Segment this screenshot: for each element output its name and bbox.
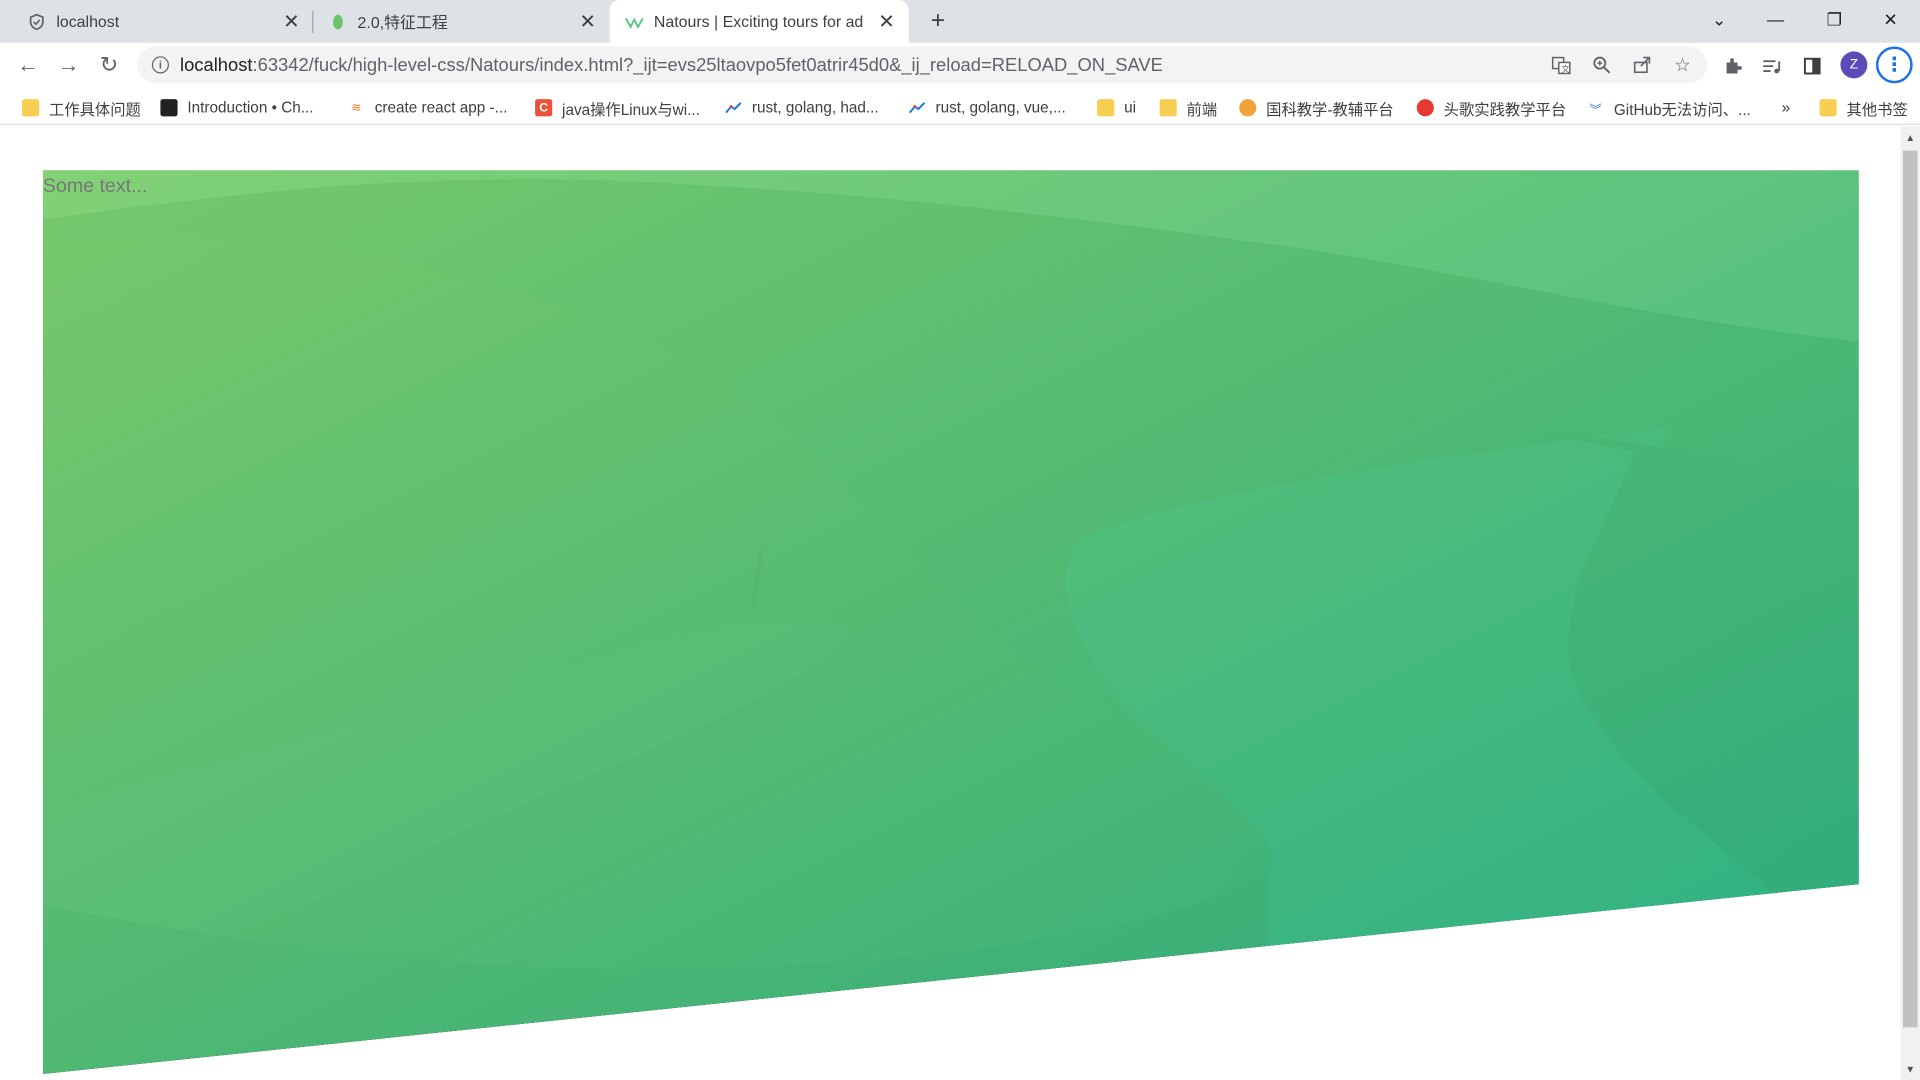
folder-icon	[22, 99, 40, 117]
scrollbar-thumb[interactable]	[1902, 150, 1918, 1028]
svg-text:文: 文	[1561, 63, 1570, 74]
folder-icon	[1819, 99, 1837, 117]
tab-search-icon[interactable]: ⌄	[1695, 0, 1744, 39]
leaf-icon	[328, 12, 348, 32]
bookmark-label: create react app -...	[374, 99, 508, 117]
bookmarks-bar: 工作具体问题 Introduction • Ch... ≋ create rea…	[0, 88, 1920, 125]
shield-icon	[27, 12, 47, 32]
url-host: localhost	[180, 54, 253, 76]
close-icon[interactable]: ✕	[282, 12, 302, 33]
trend-icon	[725, 99, 742, 116]
back-button[interactable]: ←	[13, 50, 42, 79]
restore-button[interactable]: ❐	[1810, 0, 1859, 39]
info-icon[interactable]: i	[151, 56, 169, 74]
bookmark-item[interactable]: 头歌实践教学平台	[1416, 97, 1567, 119]
hero-background-image	[42, 170, 1859, 1074]
scroll-up-icon[interactable]: ▲	[1900, 129, 1920, 146]
minimize-button[interactable]: —	[1751, 0, 1800, 39]
url-text[interactable]: localhost:63342/fuck/high-level-css/Nato…	[180, 54, 1163, 75]
bookmark-label: GitHub无法访问、...	[1613, 101, 1751, 119]
tab-strip: localhost ✕ 2.0,特征工程 ✕ Natours | Excitin…	[0, 0, 1920, 43]
scroll-down-icon[interactable]: ▼	[1900, 1060, 1920, 1077]
tab-title: 2.0,特征工程	[357, 13, 448, 32]
tab-feature-engineering[interactable]: 2.0,特征工程 ✕	[313, 0, 609, 43]
bookmark-item[interactable]: rust, golang, had...	[725, 97, 879, 119]
close-window-button[interactable]: ✕	[1866, 0, 1915, 39]
tab-title: Natours | Exciting tours for ad	[653, 12, 864, 31]
extensions-icon[interactable]	[1719, 53, 1746, 80]
bookmark-label: 国科教学-教辅平台	[1266, 101, 1394, 119]
side-panel-icon[interactable]	[1799, 53, 1826, 80]
bookmark-item[interactable]: Introduction • Ch...	[160, 97, 314, 119]
bookmark-label: 头歌实践教学平台	[1443, 101, 1567, 119]
close-icon[interactable]: ✕	[877, 12, 897, 33]
bookmark-item[interactable]: 工作具体问题	[22, 97, 141, 119]
browser-toolbar: ← → ↻ i localhost:63342/fuck/high-level-…	[0, 42, 1920, 89]
translate-icon[interactable]: 文	[1549, 53, 1573, 77]
bookmark-label: ui	[1124, 99, 1137, 117]
bookmark-item[interactable]: C java操作Linux与wi...	[535, 97, 700, 119]
puzzle-icon	[160, 99, 178, 117]
bookmark-item[interactable]: rust, golang, vue,...	[909, 97, 1066, 119]
bookmark-label: java操作Linux与wi...	[562, 101, 700, 119]
bookmark-label: 前端	[1186, 101, 1218, 119]
share-icon[interactable]	[1630, 53, 1654, 77]
toge-icon	[1416, 99, 1434, 117]
bookmark-label: rust, golang, had...	[751, 99, 879, 117]
bookmark-label: 其他书签	[1846, 101, 1908, 119]
tab-natours[interactable]: Natours | Exciting tours for ad ✕	[609, 0, 909, 43]
bookmark-item[interactable]: ︾ GitHub无法访问、...	[1587, 97, 1751, 119]
forward-button[interactable]: →	[54, 50, 83, 79]
bookmark-label: rust, golang, vue,...	[935, 99, 1066, 117]
address-bar[interactable]: i localhost:63342/fuck/high-level-css/Na…	[137, 46, 1707, 84]
stack-icon: ≋	[351, 101, 362, 115]
natours-logo-icon	[624, 12, 644, 32]
tab-title: localhost	[56, 12, 120, 31]
hero-text: Some text...	[42, 176, 148, 198]
folder-icon	[1097, 99, 1115, 117]
star-icon[interactable]: ☆	[1670, 53, 1694, 77]
c-logo-icon: C	[535, 99, 553, 117]
chevrons-icon: ︾	[1589, 103, 1602, 117]
bookmarks-overflow-button[interactable]: »	[1782, 97, 1791, 119]
bookmark-item[interactable]: ui	[1097, 97, 1136, 119]
profile-avatar[interactable]: Z	[1840, 51, 1868, 79]
page-viewport: Some text...	[0, 126, 1901, 1080]
folder-icon	[1159, 99, 1177, 117]
kebab-menu-icon[interactable]: ⋮	[1875, 46, 1913, 84]
hero-header	[42, 170, 1859, 1074]
tab-localhost[interactable]: localhost ✕	[0, 0, 313, 43]
bookmark-item[interactable]: ≋ create react app -...	[348, 97, 508, 119]
bookmark-label: Introduction • Ch...	[187, 99, 314, 117]
new-tab-button[interactable]: +	[923, 6, 952, 35]
close-icon[interactable]: ✕	[578, 12, 598, 33]
other-bookmarks[interactable]: 其他书签	[1819, 97, 1908, 119]
media-list-icon[interactable]	[1758, 53, 1785, 80]
bookmark-label: 工作具体问题	[48, 101, 141, 119]
trend-icon	[909, 99, 926, 116]
bookmark-item[interactable]: 国科教学-教辅平台	[1239, 97, 1394, 119]
url-path: :63342/fuck/high-level-css/Natours/index…	[252, 54, 1163, 76]
tiger-icon	[1239, 99, 1257, 117]
zoom-icon[interactable]	[1589, 53, 1613, 77]
bookmark-item[interactable]: 前端	[1159, 97, 1218, 119]
reload-button[interactable]: ↻	[94, 50, 123, 79]
